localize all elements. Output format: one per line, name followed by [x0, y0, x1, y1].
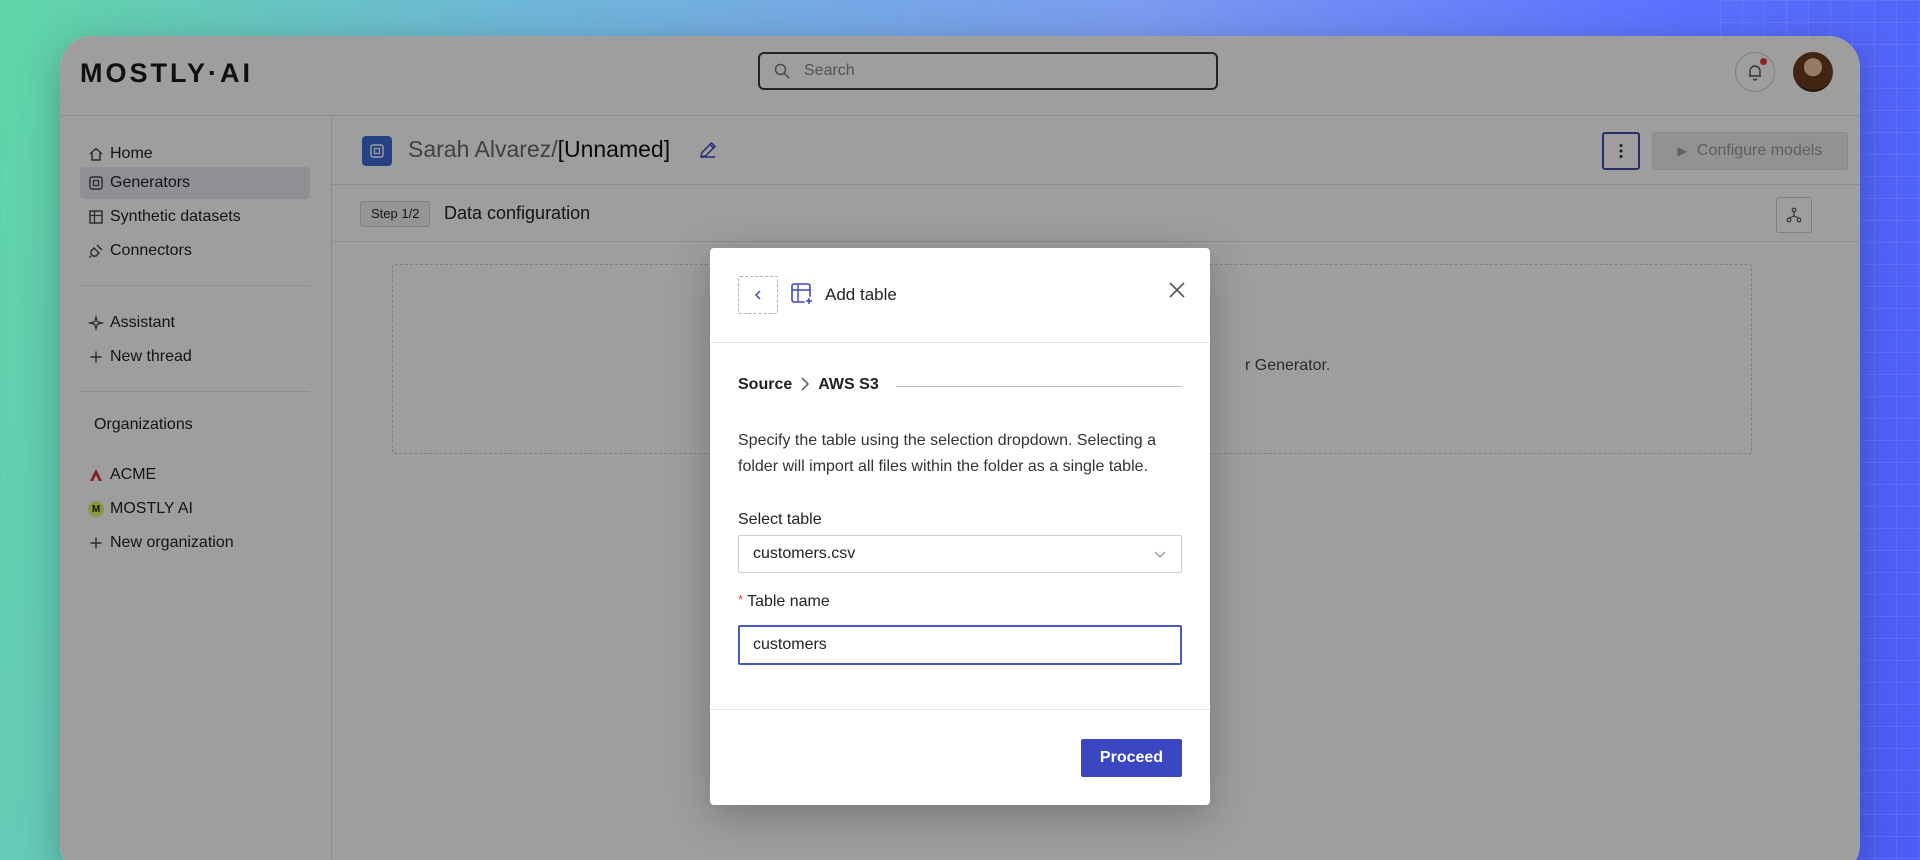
select-table-value: customers.csv — [753, 545, 856, 562]
proceed-button[interactable]: Proceed — [1081, 739, 1182, 777]
close-icon[interactable] — [1167, 280, 1187, 300]
chevron-right-icon — [800, 376, 810, 394]
chevron-left-icon — [754, 290, 761, 300]
modal-description: Specify the table using the selection dr… — [738, 432, 1157, 475]
breadcrumb-current: AWS S3 — [818, 376, 879, 393]
modal-footer-divider — [710, 709, 1210, 710]
select-table-dropdown[interactable]: customers.csv — [738, 535, 1182, 573]
modal-title: Add table — [825, 285, 897, 304]
table-name-input[interactable] — [738, 625, 1182, 665]
modal-header-divider — [710, 342, 1210, 343]
breadcrumb-source[interactable]: Source — [738, 376, 792, 394]
breadcrumb-progress-line — [896, 386, 1182, 387]
select-table-label: Select table — [738, 511, 822, 528]
required-marker: * — [738, 592, 744, 607]
back-button[interactable] — [738, 276, 778, 314]
add-table-modal: Add table Source AWS S3 Specify the tabl… — [710, 248, 1210, 805]
table-name-label-text: Table name — [747, 593, 830, 610]
add-table-icon — [791, 283, 814, 306]
table-name-label: * Table name — [738, 592, 830, 611]
breadcrumb: Source AWS S3 — [738, 376, 879, 394]
chevron-down-icon — [1154, 551, 1166, 558]
